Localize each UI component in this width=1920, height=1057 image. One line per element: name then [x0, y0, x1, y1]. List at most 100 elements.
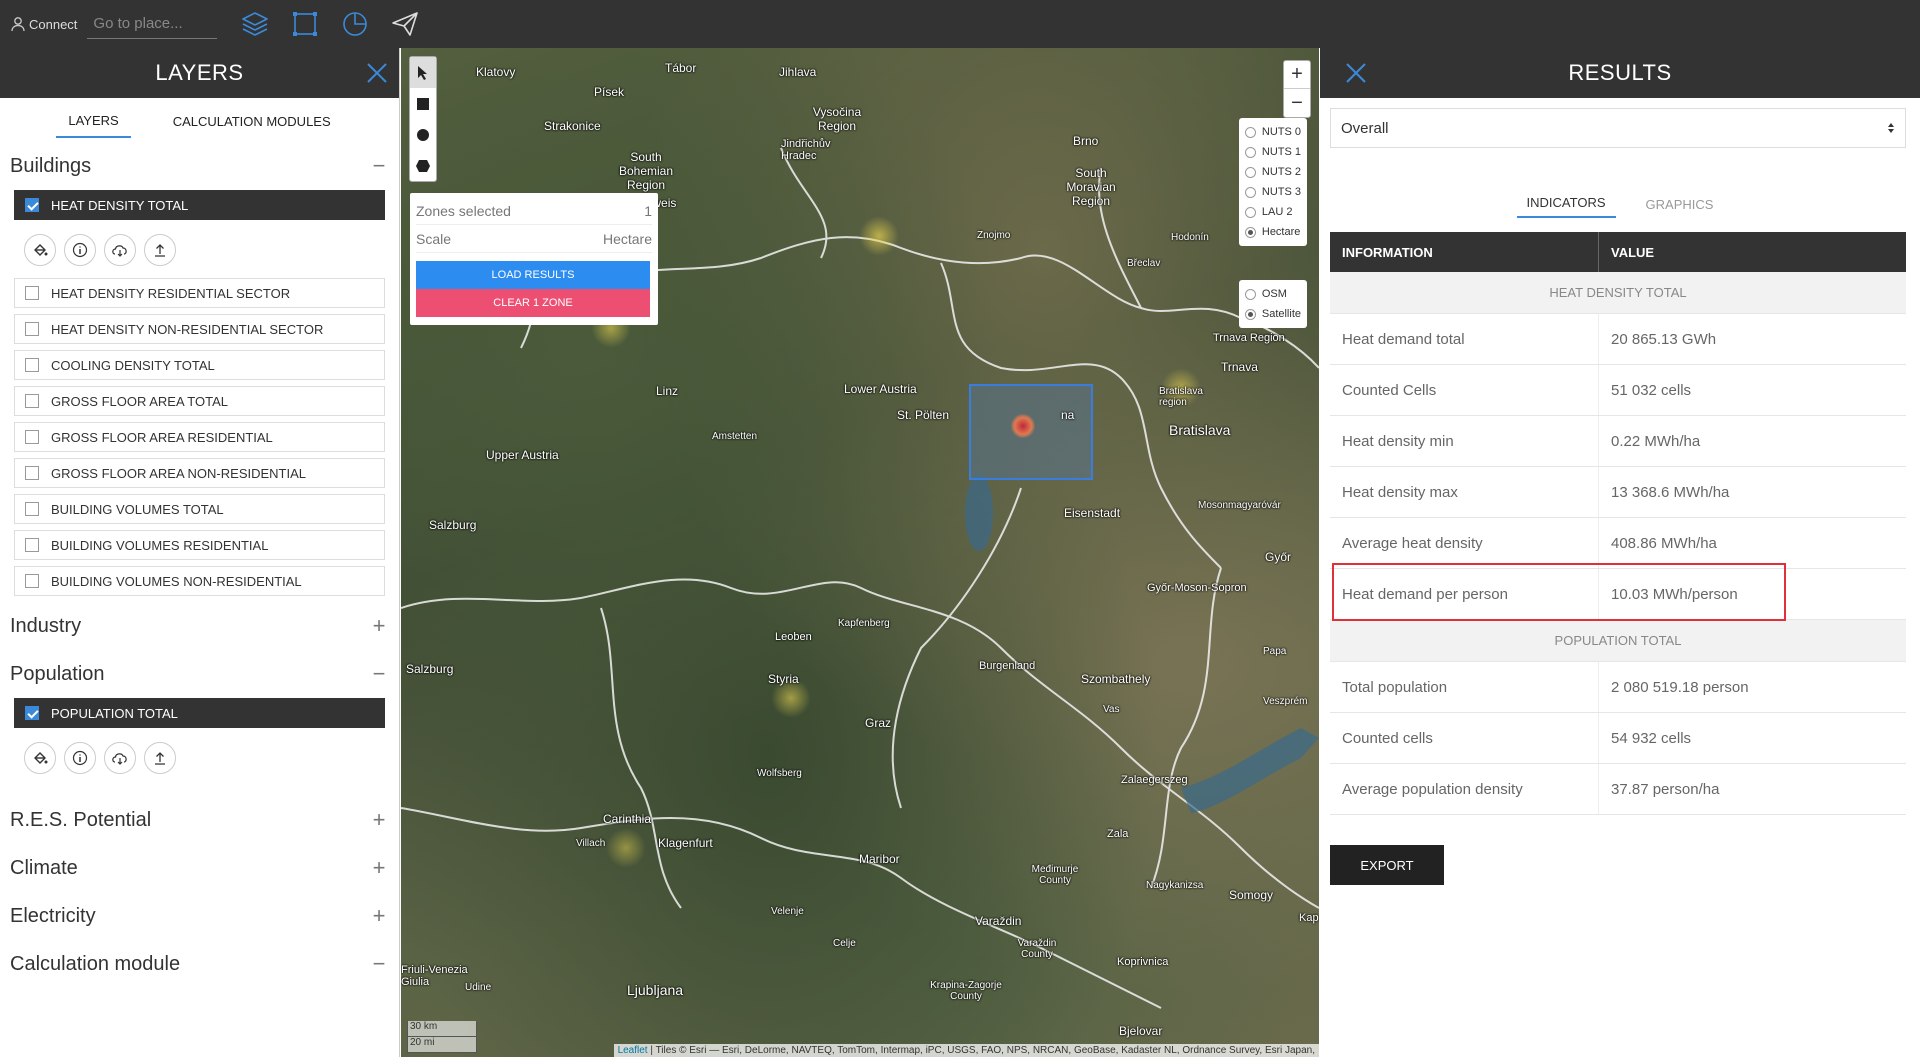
radio-satellite[interactable]: Satellite: [1244, 304, 1301, 324]
table-row: Heat density max 13 368.6 MWh/ha: [1330, 467, 1906, 518]
heat-spot: [859, 216, 899, 256]
cloud-download-icon[interactable]: [104, 742, 136, 774]
checkbox[interactable]: [25, 358, 39, 372]
cloud-download-icon[interactable]: [104, 234, 136, 266]
tab-calculation-modules[interactable]: CALCULATION MODULES: [161, 104, 343, 137]
radio-label: NUTS 2: [1261, 166, 1301, 178]
row-key: Counted cells: [1330, 713, 1599, 763]
checkbox[interactable]: [25, 538, 39, 552]
map-view[interactable]: Klatovy Tábor Jihlava Písek Vysočina Reg…: [401, 48, 1319, 1057]
circle-tool-icon[interactable]: [410, 119, 436, 150]
layer-heat-density-non-residential[interactable]: HEAT DENSITY NON-RESIDENTIAL SECTOR: [14, 314, 385, 344]
info-icon[interactable]: [64, 742, 96, 774]
tab-layers[interactable]: LAYERS: [56, 103, 131, 138]
expand-icon[interactable]: +: [369, 807, 389, 833]
export-button[interactable]: EXPORT: [1330, 845, 1444, 885]
tab-indicators[interactable]: INDICATORS: [1516, 189, 1616, 218]
layers-icon[interactable]: [237, 6, 273, 42]
checkbox[interactable]: [25, 466, 39, 480]
radio-button[interactable]: [1244, 226, 1256, 238]
row-value: 54 932 cells: [1611, 729, 1692, 747]
section-climate[interactable]: Climate +: [0, 844, 399, 892]
checkbox[interactable]: [25, 322, 39, 336]
radio-nuts-0[interactable]: NUTS 0: [1244, 122, 1301, 142]
layer-label: HEAT DENSITY TOTAL: [51, 197, 189, 213]
leaflet-link[interactable]: Leaflet: [618, 1045, 648, 1056]
paint-bucket-icon[interactable]: [24, 742, 56, 774]
row-key: Average heat density: [1330, 518, 1599, 568]
polygon-tool-icon[interactable]: [410, 150, 436, 181]
upload-icon[interactable]: [144, 742, 176, 774]
close-icon[interactable]: [1342, 59, 1370, 87]
radio-button[interactable]: [1244, 206, 1256, 218]
layer-building-volumes-non-residential[interactable]: BUILDING VOLUMES NON-RESIDENTIAL: [14, 566, 385, 596]
layer-heat-density-residential[interactable]: HEAT DENSITY RESIDENTIAL SECTOR: [14, 278, 385, 308]
close-icon[interactable]: [363, 59, 391, 87]
info-icon[interactable]: [64, 234, 96, 266]
radio-lau-2[interactable]: LAU 2: [1244, 202, 1301, 222]
checkbox[interactable]: [25, 706, 39, 720]
layer-label: COOLING DENSITY TOTAL: [51, 357, 215, 373]
checkbox[interactable]: [25, 430, 39, 444]
send-feedback-icon[interactable]: [387, 6, 423, 42]
radio-button[interactable]: [1244, 166, 1256, 178]
checkbox[interactable]: [25, 574, 39, 588]
section-res-potential[interactable]: R.E.S. Potential +: [0, 796, 399, 844]
zone-selection-box: Zones selected 1 Scale Hectare LOAD RESU…: [410, 193, 658, 325]
collapse-icon[interactable]: −: [369, 661, 389, 687]
radio-button[interactable]: [1244, 126, 1256, 138]
map-label: Upper Austria: [486, 448, 559, 462]
section-electricity[interactable]: Electricity +: [0, 892, 399, 940]
layer-gross-floor-area-residential[interactable]: GROSS FLOOR AREA RESIDENTIAL: [14, 422, 385, 452]
section-calculation-module[interactable]: Calculation module −: [0, 940, 399, 988]
section-population[interactable]: Population −: [0, 650, 399, 698]
expand-icon[interactable]: +: [369, 903, 389, 929]
layer-label: POPULATION TOTAL: [51, 705, 178, 721]
results-table: INFORMATION VALUE HEAT DENSITY TOTAL Hea…: [1330, 232, 1906, 815]
rectangle-tool-icon[interactable]: [410, 88, 436, 119]
layer-population-total[interactable]: POPULATION TOTAL: [14, 698, 385, 728]
radio-hectare[interactable]: Hectare: [1244, 222, 1301, 242]
paint-bucket-icon[interactable]: [24, 234, 56, 266]
layer-heat-density-total[interactable]: HEAT DENSITY TOTAL: [14, 190, 385, 220]
layer-building-volumes-total[interactable]: BUILDING VOLUMES TOTAL: [14, 494, 385, 524]
map-label: Salzburg: [406, 662, 454, 676]
layer-building-volumes-residential[interactable]: BUILDING VOLUMES RESIDENTIAL: [14, 530, 385, 560]
radio-nuts-3[interactable]: NUTS 3: [1244, 182, 1301, 202]
pointer-icon[interactable]: [410, 57, 436, 88]
radio-button[interactable]: [1244, 288, 1256, 300]
pie-chart-icon[interactable]: [337, 6, 373, 42]
checkbox[interactable]: [25, 394, 39, 408]
zoom-out-button[interactable]: −: [1284, 89, 1310, 117]
collapse-icon[interactable]: −: [369, 153, 389, 179]
selected-zone[interactable]: [969, 384, 1093, 480]
collapse-icon[interactable]: −: [369, 951, 389, 977]
zoom-in-button[interactable]: +: [1284, 61, 1310, 89]
expand-icon[interactable]: +: [369, 855, 389, 881]
radio-nuts-1[interactable]: NUTS 1: [1244, 142, 1301, 162]
layer-gross-floor-area-total[interactable]: GROSS FLOOR AREA TOTAL: [14, 386, 385, 416]
load-results-button[interactable]: LOAD RESULTS: [416, 261, 650, 289]
upload-icon[interactable]: [144, 234, 176, 266]
checkbox[interactable]: [25, 198, 39, 212]
connect-button[interactable]: Connect: [10, 16, 77, 32]
section-buildings[interactable]: Buildings −: [0, 142, 399, 190]
checkbox[interactable]: [25, 502, 39, 516]
checkbox[interactable]: [25, 286, 39, 300]
radio-button[interactable]: [1244, 186, 1256, 198]
go-to-place-input[interactable]: [87, 9, 218, 39]
row-key: Heat density min: [1330, 416, 1599, 466]
radio-button[interactable]: [1244, 308, 1256, 320]
map-label: Salzburg: [429, 518, 477, 532]
layer-cooling-density-total[interactable]: COOLING DENSITY TOTAL: [14, 350, 385, 380]
clear-zone-button[interactable]: CLEAR 1 ZONE: [416, 289, 650, 317]
radio-button[interactable]: [1244, 146, 1256, 158]
expand-icon[interactable]: +: [369, 613, 389, 639]
section-industry[interactable]: Industry +: [0, 602, 399, 650]
layer-gross-floor-area-non-residential[interactable]: GROSS FLOOR AREA NON-RESIDENTIAL: [14, 458, 385, 488]
tab-graphics[interactable]: GRAPHICS: [1636, 191, 1724, 218]
radio-nuts-2[interactable]: NUTS 2: [1244, 162, 1301, 182]
selection-area-icon[interactable]: [287, 6, 323, 42]
radio-osm[interactable]: OSM: [1244, 284, 1301, 304]
results-scope-select[interactable]: Overall: [1330, 108, 1906, 148]
